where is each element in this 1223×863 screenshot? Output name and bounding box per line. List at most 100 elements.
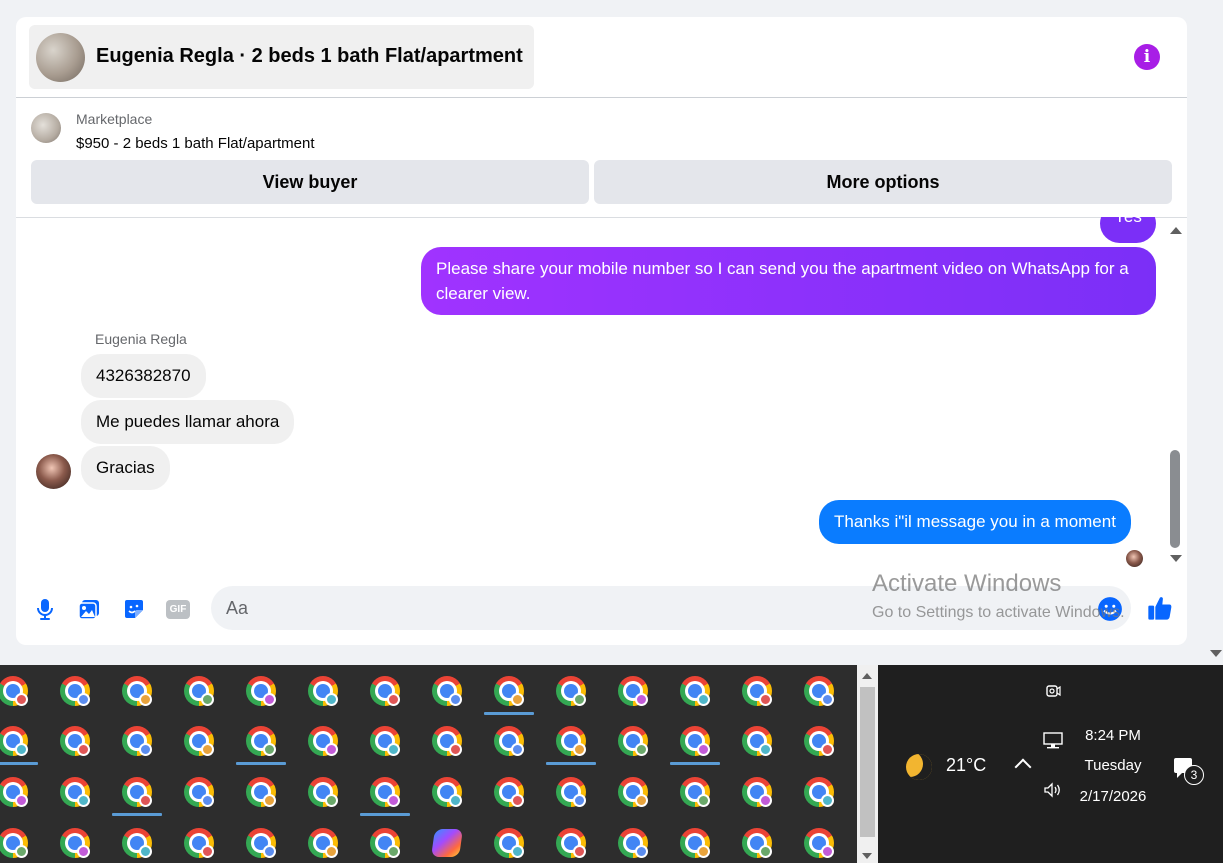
view-buyer-button[interactable]: View buyer [31,160,589,204]
chrome-profile-app-icon[interactable] [0,726,28,756]
chrome-profile-app-icon[interactable] [308,828,338,858]
chrome-profile-app-icon[interactable] [122,726,152,756]
profile-badge-icon [15,693,28,706]
chrome-profile-app-icon[interactable] [246,828,276,858]
chrome-profile-app-icon[interactable] [742,676,772,706]
chrome-profile-app-icon[interactable] [742,777,772,807]
chrome-profile-app-icon[interactable] [494,726,524,756]
chrome-profile-app-icon[interactable] [60,676,90,706]
thread-scroll-down-arrow[interactable] [1170,555,1182,562]
chrome-profile-app-icon[interactable] [0,777,28,807]
chrome-profile-app-icon[interactable] [680,676,710,706]
chrome-profile-app-icon[interactable] [494,777,524,807]
activate-windows-subtitle: Go to Settings to activate Windows. [872,604,1125,621]
chrome-profile-app-icon[interactable] [246,777,276,807]
info-icon[interactable]: i [1134,44,1160,70]
chrome-profile-app-icon[interactable] [804,777,834,807]
chrome-profile-app-icon[interactable] [60,777,90,807]
chrome-profile-app-icon[interactable] [370,726,400,756]
chrome-profile-app-icon[interactable] [618,676,648,706]
taskbar-scroll-down-arrow[interactable] [862,853,872,859]
chrome-profile-app-icon[interactable] [432,726,462,756]
profile-badge-icon [573,693,586,706]
microphone-icon[interactable] [33,597,57,621]
profile-badge-icon [77,845,90,858]
taskbar-scrollbar[interactable] [857,665,878,863]
profile-badge-icon [697,693,710,706]
thumbs-up-icon[interactable] [1146,594,1174,622]
running-app-indicator [670,762,720,765]
more-options-button[interactable]: More options [594,160,1172,204]
listing-title[interactable]: $950 - 2 beds 1 bath Flat/apartment [76,135,314,152]
chrome-profile-app-icon[interactable] [122,777,152,807]
clock-date[interactable]: 2/17/2026 [1058,788,1168,805]
chrome-profile-app-icon[interactable] [618,828,648,858]
chrome-profile-app-icon[interactable] [804,676,834,706]
profile-badge-icon [511,794,524,807]
chrome-profile-app-icon[interactable] [60,828,90,858]
chrome-profile-app-icon[interactable] [742,828,772,858]
taskbar-scroll-thumb[interactable] [860,687,875,837]
chrome-profile-app-icon[interactable] [556,676,586,706]
moon-icon[interactable] [906,754,932,780]
chrome-profile-app-icon[interactable] [184,777,214,807]
chrome-profile-app-icon[interactable] [308,777,338,807]
running-app-indicator [112,813,162,816]
chrome-profile-app-icon[interactable] [308,676,338,706]
chrome-profile-app-icon[interactable] [184,676,214,706]
chrome-profile-app-icon[interactable] [370,828,400,858]
show-hidden-icons-chevron-icon[interactable] [1014,758,1032,776]
profile-badge-icon [511,693,524,706]
chrome-profile-app-icon[interactable] [494,828,524,858]
photo-icon[interactable] [77,597,101,621]
profile-badge-icon [325,693,338,706]
chrome-profile-app-icon[interactable] [680,726,710,756]
camera-icon[interactable] [1044,682,1062,700]
chrome-profile-app-icon[interactable] [494,676,524,706]
chrome-profile-app-icon[interactable] [804,828,834,858]
profile-badge-icon [821,794,834,807]
chrome-profile-app-icon[interactable] [618,726,648,756]
chrome-profile-app-icon[interactable] [60,726,90,756]
profile-badge-icon [263,693,276,706]
chrome-profile-app-icon[interactable] [122,676,152,706]
chrome-profile-app-icon[interactable] [680,828,710,858]
clock-time[interactable]: 8:24 PM [1058,727,1168,744]
page-scroll-down-arrow[interactable] [1210,650,1222,657]
chrome-profile-app-icon[interactable] [122,828,152,858]
chrome-profile-app-icon[interactable] [184,828,214,858]
taskbar-scroll-up-arrow[interactable] [862,673,872,679]
conversation-title: Eugenia Regla · 2 beds 1 bath Flat/apart… [96,45,523,67]
chrome-profile-app-icon[interactable] [246,676,276,706]
thread-scrollbar-thumb[interactable] [1170,450,1180,548]
contact-avatar[interactable] [36,454,71,489]
weather-temperature[interactable]: 21°C [946,755,986,776]
chrome-profile-app-icon[interactable] [246,726,276,756]
chrome-profile-app-icon[interactable] [370,676,400,706]
profile-badge-icon [387,794,400,807]
chrome-profile-app-icon[interactable] [308,726,338,756]
chrome-profile-app-icon[interactable] [556,828,586,858]
chrome-profile-app-icon[interactable] [0,676,28,706]
chrome-profile-app-icon[interactable] [370,777,400,807]
thread-scroll-up-arrow[interactable] [1170,227,1182,234]
chrome-profile-app-icon[interactable] [680,777,710,807]
profile-badge-icon [635,693,648,706]
chrome-profile-app-icon[interactable] [618,777,648,807]
sticker-icon[interactable] [122,597,146,621]
profile-badge-icon [821,693,834,706]
gif-icon[interactable]: GIF [166,600,190,619]
copilot-app-icon[interactable] [431,829,463,857]
outgoing-message-bubble: Thanks i"il message you in a moment [819,500,1131,544]
chrome-profile-app-icon[interactable] [0,828,28,858]
taskbar-app-overflow [0,665,857,863]
chrome-profile-app-icon[interactable] [184,726,214,756]
conversation-header[interactable]: Eugenia Regla · 2 beds 1 bath Flat/apart… [29,25,534,89]
chrome-profile-app-icon[interactable] [556,777,586,807]
chrome-profile-app-icon[interactable] [742,726,772,756]
chrome-profile-app-icon[interactable] [804,726,834,756]
chrome-profile-app-icon[interactable] [432,777,462,807]
chrome-profile-app-icon[interactable] [432,676,462,706]
chrome-profile-app-icon[interactable] [556,726,586,756]
clock-day[interactable]: Tuesday [1058,757,1168,774]
